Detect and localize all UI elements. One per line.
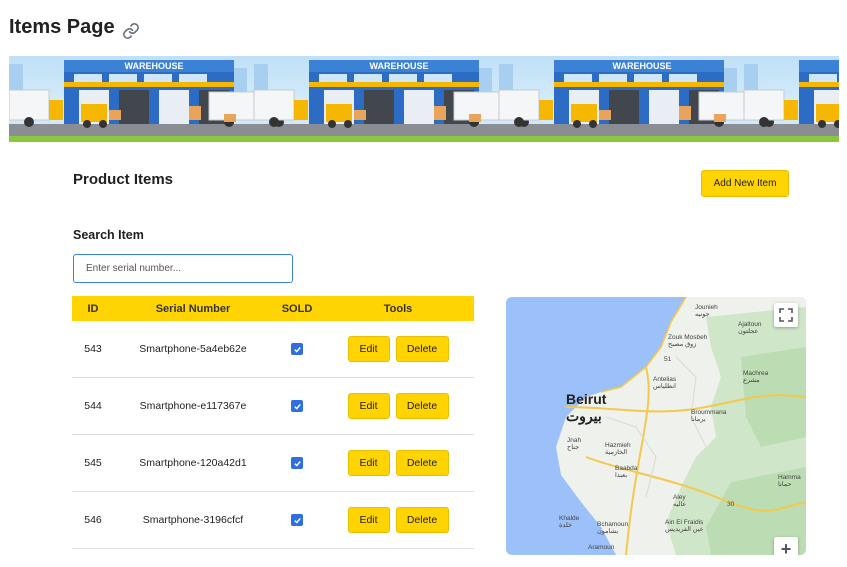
table-header: ID Serial Number SOLD Tools (72, 296, 474, 321)
map-place: Antelias انطلياس (653, 376, 677, 390)
table-row: 544 Smartphone-e117367e Edit Delete (72, 378, 474, 435)
warehouse-sign: WAREHOUSE (612, 61, 671, 71)
fullscreen-button[interactable] (774, 303, 798, 327)
delete-button[interactable]: Delete (395, 450, 449, 476)
items-table: ID Serial Number SOLD Tools 543 Smartpho… (72, 296, 474, 549)
warehouse-sign: WAREHOUSE (369, 61, 428, 71)
map-city-label: Beirut (566, 391, 607, 407)
map-place: Aramoun (588, 544, 615, 551)
table-row: 545 Smartphone-120a42d1 Edit Delete (72, 435, 474, 492)
header-sold: SOLD (281, 302, 313, 315)
checkmark-icon (293, 403, 301, 410)
edit-button[interactable]: Edit (347, 450, 390, 476)
map-place: Machrea مشرع (743, 370, 769, 384)
sold-checkbox[interactable] (291, 514, 303, 527)
map-place: 51 (664, 356, 672, 363)
section-title: Product Items (73, 171, 174, 188)
delete-button[interactable]: Delete (395, 507, 449, 533)
sold-checkbox[interactable] (291, 343, 303, 356)
map-place: Zouk Mosbeh زوق مصبح (668, 334, 708, 348)
map-place: Aley عاليه (673, 494, 687, 508)
row-serial: Smartphone-120a42d1 (139, 457, 247, 469)
row-id: 544 (84, 400, 102, 412)
table-row: 546 Smartphone-3196cfcf Edit Delete (72, 492, 474, 549)
map-place: 30 (727, 501, 735, 508)
row-serial: Smartphone-3196cfcf (142, 514, 244, 526)
link-icon[interactable] (122, 22, 140, 40)
map-place: Jnah جناح (567, 437, 582, 451)
map-place: Broummana برمانا (691, 409, 727, 423)
header-id: ID (87, 302, 99, 315)
checkmark-icon (293, 346, 301, 353)
sold-checkbox[interactable] (291, 457, 303, 470)
map-place: Baabda بعبدا (615, 465, 638, 479)
row-id: 546 (84, 514, 102, 526)
fullscreen-icon (779, 308, 793, 322)
checkmark-icon (293, 517, 301, 524)
map-place: Jounieh جونيه (695, 304, 718, 318)
checkmark-icon (293, 460, 301, 467)
edit-button[interactable]: Edit (347, 507, 390, 533)
zoom-in-button[interactable]: + (774, 537, 798, 555)
row-serial: Smartphone-e117367e (139, 400, 247, 412)
warehouse-illustration: WAREHOUSE WAREHOUSE WAREHOUSE (9, 59, 839, 142)
map-place: Ain El Fraidis عين الفريديس (665, 519, 704, 533)
edit-button[interactable]: Edit (347, 393, 390, 419)
edit-button[interactable]: Edit (347, 336, 390, 362)
row-id: 543 (84, 343, 102, 355)
header-tools: Tools (383, 302, 413, 315)
serial-search-input[interactable] (73, 254, 293, 283)
page-title: Items Page (9, 16, 115, 38)
map-terrain (556, 297, 806, 555)
map-place: Hazmieh الحازمية (605, 442, 631, 456)
map-place: Ajaltoun عجلتون (738, 321, 762, 335)
header-serial: Serial Number (155, 302, 231, 315)
warehouse-sign: WAREHOUSE (124, 61, 183, 71)
sold-checkbox[interactable] (291, 400, 303, 413)
table-row: 543 Smartphone-5a4eb62e Edit Delete (72, 321, 474, 378)
search-label: Search Item (73, 228, 144, 242)
row-serial: Smartphone-5a4eb62e (139, 343, 247, 355)
map-view[interactable]: Jounieh جونيه Ajaltoun عجلتون Zouk Mosbeh ز… (506, 297, 806, 555)
add-new-item-button[interactable]: Add New Item (701, 170, 789, 197)
row-id: 545 (84, 457, 102, 469)
map-place: Khalde خلدة (559, 515, 580, 529)
delete-button[interactable]: Delete (395, 393, 449, 419)
delete-button[interactable]: Delete (395, 336, 449, 362)
warehouse-banner: WAREHOUSE WAREHOUSE WAREHOUSE (9, 56, 839, 142)
map-place: Bchamoun بشامون (597, 521, 629, 535)
map-place: Hamma حمانا (778, 474, 801, 488)
map-city-label-ar: بيروت (566, 408, 602, 424)
